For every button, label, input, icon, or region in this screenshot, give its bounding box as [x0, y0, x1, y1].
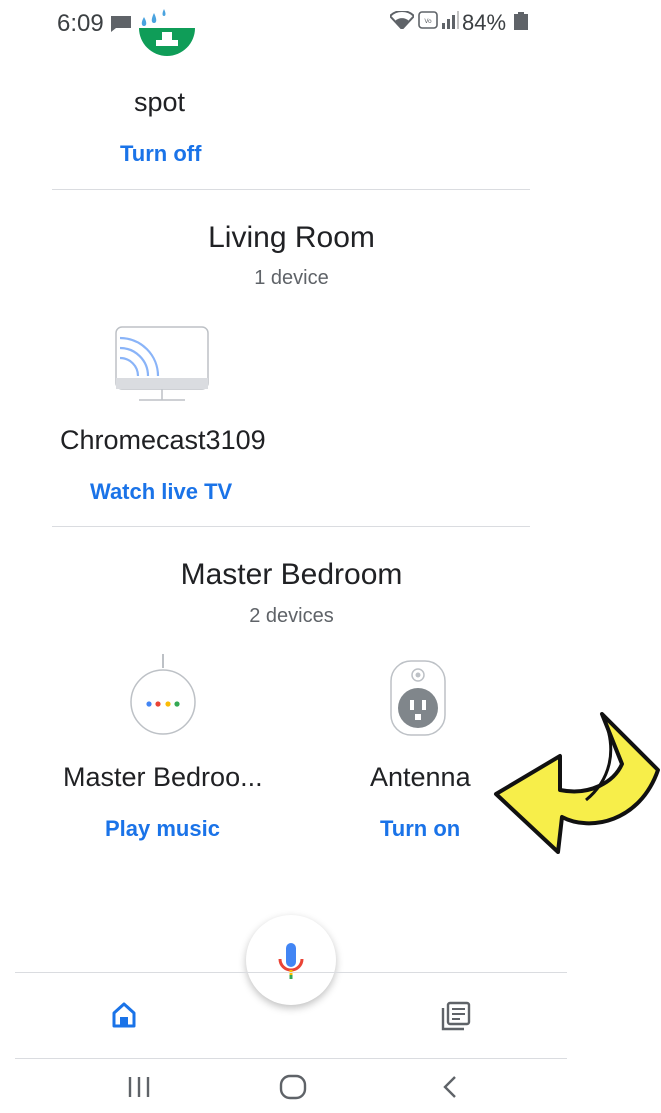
wifi-icon: [390, 11, 414, 29]
feed-icon[interactable]: [441, 1001, 471, 1031]
svg-text:Vo: Vo: [424, 18, 432, 25]
home-button-icon[interactable]: [278, 1073, 308, 1101]
watch-live-tv-button[interactable]: Watch live TV: [90, 479, 232, 505]
room-device-count: 2 devices: [249, 605, 334, 627]
device-name-chromecast: Chromecast3109: [60, 425, 266, 455]
volte-icon: Vo: [418, 11, 438, 29]
voice-search-button[interactable]: [246, 915, 336, 1005]
signal-icon: [442, 11, 459, 29]
battery-icon: [514, 12, 528, 30]
room-device-count: 1 device: [254, 267, 329, 289]
mic-icon: [278, 943, 304, 979]
tab-bar-divider: [15, 972, 567, 973]
play-music-button[interactable]: Play music: [105, 816, 220, 842]
home-icon[interactable]: [111, 1002, 137, 1028]
status-time: 6:09: [57, 10, 104, 37]
message-icon: [111, 16, 131, 32]
plug-icon: [139, 28, 195, 56]
room-title-living-room: Living Room: [208, 221, 375, 254]
recent-apps-icon[interactable]: [126, 1074, 152, 1100]
room-title-master-bedroom: Master Bedroom: [180, 558, 403, 591]
system-nav-divider: [15, 1058, 567, 1059]
turn-on-button[interactable]: Turn on: [380, 816, 460, 842]
google-home-mini-icon[interactable]: [128, 654, 198, 738]
room-divider: [52, 526, 530, 527]
chromecast-tv-icon[interactable]: [115, 326, 211, 404]
annotation-arrow-icon: [494, 712, 660, 854]
turn-off-button[interactable]: Turn off: [120, 141, 201, 167]
device-name-master-bedroom: Master Bedroo...: [63, 762, 263, 792]
battery-percent: 84%: [462, 10, 507, 35]
back-icon[interactable]: [440, 1074, 460, 1100]
smart-plug-icon[interactable]: [390, 660, 446, 736]
device-name-antenna: Antenna: [370, 762, 471, 792]
device-name-spot: spot: [134, 87, 186, 117]
room-divider: [52, 189, 530, 190]
